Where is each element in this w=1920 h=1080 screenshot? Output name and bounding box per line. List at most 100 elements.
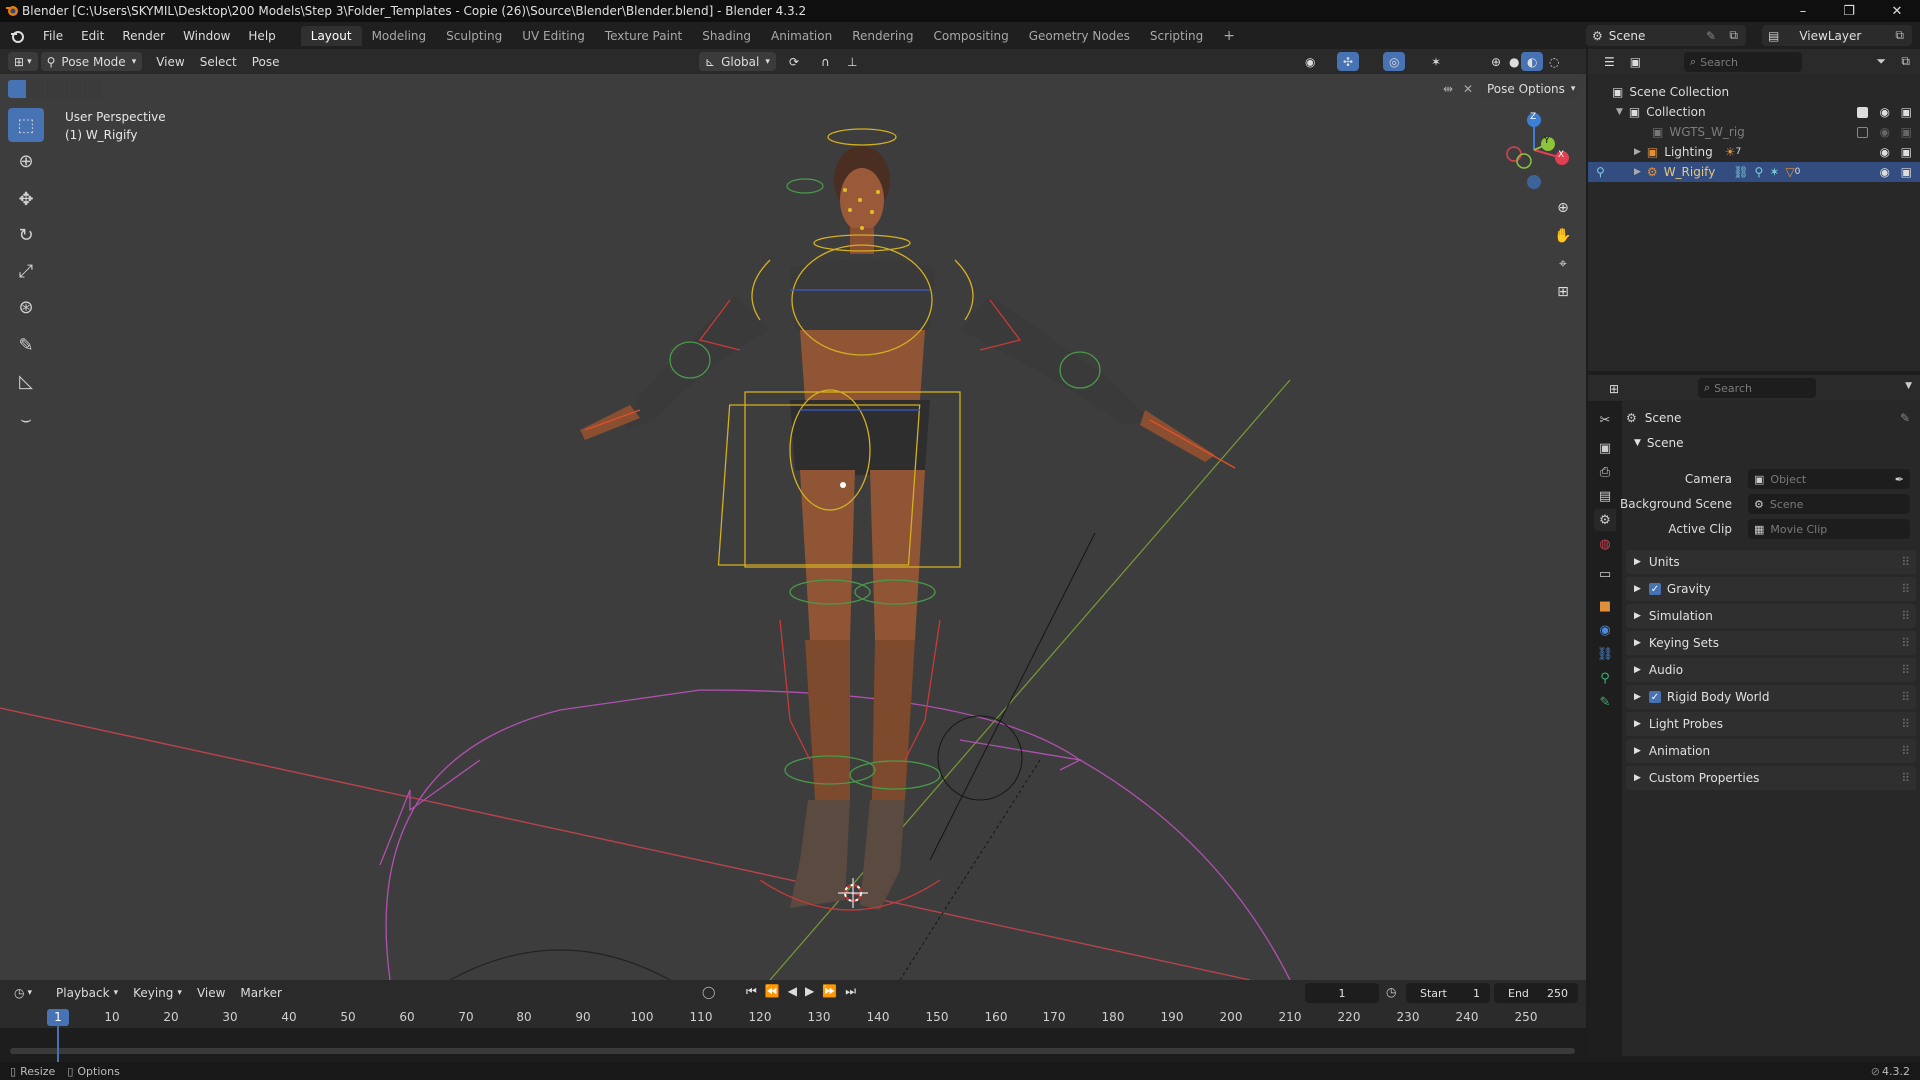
drag-handle-icon[interactable]: ⠿	[1901, 744, 1910, 758]
pin-icon[interactable]: ✎	[1706, 29, 1716, 43]
select-invert-icon[interactable]	[65, 80, 83, 98]
snap-target-button[interactable]: ⊥	[841, 52, 863, 71]
panel-animation[interactable]: ▶ Animation ⠿	[1626, 739, 1916, 763]
properties-search-field[interactable]: ⌕ Search	[1698, 378, 1816, 398]
drag-handle-icon[interactable]: ⠿	[1901, 771, 1910, 785]
gizmo-toggle-button[interactable]: ✣	[1337, 52, 1360, 71]
zoom-icon[interactable]: ⊕	[1550, 194, 1576, 222]
scale-tool[interactable]: ⤢	[8, 254, 44, 288]
tab-bone[interactable]: ✎	[1594, 691, 1616, 713]
timeline-menu-playback[interactable]: Playback ▾	[50, 984, 124, 1003]
tab-scripting[interactable]: Scripting	[1140, 26, 1213, 46]
visibility-button[interactable]: ◉	[1299, 52, 1321, 71]
camera-render-icon[interactable]: ▣	[1901, 165, 1912, 179]
drag-handle-icon[interactable]: ⠿	[1901, 555, 1910, 569]
cursor-tool[interactable]: ⊕	[8, 144, 44, 178]
menu-edit[interactable]: Edit	[72, 29, 113, 43]
new-collection-icon[interactable]: ⧉	[1901, 54, 1910, 69]
outliner-editor-type-button[interactable]: ☰	[1598, 52, 1621, 71]
select-intersect-icon[interactable]	[84, 80, 102, 98]
timeline-menu-keying[interactable]: Keying ▾	[127, 984, 188, 1003]
exclude-checkbox[interactable]	[1857, 126, 1868, 138]
scene-selector[interactable]: ⚙ Scene ✎ ⧉	[1586, 25, 1746, 46]
current-frame-field[interactable]: 1	[1305, 983, 1379, 1003]
panel-gravity[interactable]: ▶ ✓ Gravity ⠿	[1626, 577, 1916, 601]
tab-shading[interactable]: Shading	[692, 26, 761, 46]
tab-scene[interactable]: ⚙	[1594, 509, 1616, 531]
menu-help[interactable]: Help	[239, 29, 284, 43]
tab-world[interactable]: ◍	[1594, 533, 1616, 555]
outliner-row-w-rigify[interactable]: ⚲ ▶ ⚙ W_Rigify ⛓ ⚲ ✶ ▽ 0 ◉ ▣	[1588, 162, 1920, 182]
menu-window[interactable]: Window	[174, 29, 239, 43]
tab-rendering[interactable]: Rendering	[842, 26, 923, 46]
camera-field[interactable]: ▣ Object ✒	[1748, 469, 1910, 489]
camera-render-icon[interactable]: ▣	[1901, 125, 1912, 139]
gravity-checkbox[interactable]: ✓	[1648, 583, 1661, 595]
pivot-point-button[interactable]: ⟳	[783, 52, 805, 71]
navigation-gizmo[interactable]: Z X Y	[1490, 106, 1576, 192]
panel-scene-header[interactable]: ▼ Scene	[1626, 431, 1916, 455]
panel-keying-sets[interactable]: ▶ Keying Sets ⠿	[1626, 631, 1916, 655]
panel-custom-properties[interactable]: ▶ Custom Properties ⠿	[1626, 766, 1916, 790]
pose-tool[interactable]: ⌣	[8, 402, 44, 436]
panel-units[interactable]: ▶ Units ⠿	[1626, 550, 1916, 574]
rigid-body-world-checkbox[interactable]: ✓	[1648, 691, 1661, 703]
active-clip-field[interactable]: ▦ Movie Clip	[1748, 519, 1910, 539]
maximize-button[interactable]: ❐	[1826, 0, 1872, 22]
panel-simulation[interactable]: ▶ Simulation ⠿	[1626, 604, 1916, 628]
blender-menu-icon[interactable]	[0, 26, 34, 46]
tab-uv-editing[interactable]: UV Editing	[512, 26, 595, 46]
outliner-search-field[interactable]: ⌕ Search	[1684, 52, 1802, 72]
pose-options-button[interactable]: Pose Options ▾	[1481, 79, 1582, 98]
xray-button[interactable]: ✶	[1425, 52, 1447, 71]
rotate-tool[interactable]: ↻	[8, 218, 44, 252]
timeline-editor-type-button[interactable]: ◷ ▾	[8, 984, 38, 1003]
play-reverse-icon[interactable]: ◀	[788, 984, 797, 999]
jump-end-icon[interactable]: ⏭	[845, 984, 856, 999]
tab-modeling[interactable]: Modeling	[362, 26, 437, 46]
measure-tool[interactable]: ◺	[8, 364, 44, 398]
properties-editor-type-button[interactable]: ⊞	[1603, 379, 1625, 398]
drag-handle-icon[interactable]: ⠿	[1901, 636, 1910, 650]
tab-view-layer[interactable]: ▤	[1594, 485, 1616, 507]
select-extend-icon[interactable]	[27, 80, 45, 98]
eyedropper-icon[interactable]: ✒	[1895, 473, 1904, 486]
drag-handle-icon[interactable]: ⠿	[1901, 663, 1910, 677]
select-box-tool[interactable]: ⬚	[8, 108, 44, 142]
new-view-layer-icon[interactable]: ⧉	[1895, 28, 1904, 43]
tab-sculpting[interactable]: Sculpting	[436, 26, 512, 46]
menu-file[interactable]: File	[34, 29, 72, 43]
chevron-down-icon[interactable]: ▼	[1616, 107, 1623, 117]
tab-geometry-nodes[interactable]: Geometry Nodes	[1019, 26, 1140, 46]
eye-icon[interactable]: ◉	[1880, 145, 1890, 159]
outliner-row-wgts[interactable]: ▣ WGTS_W_rig ◉ ▣	[1588, 122, 1920, 142]
filter-icon[interactable]: ⏷	[1876, 54, 1886, 69]
tab-armature-data[interactable]: ⚲	[1594, 667, 1616, 689]
chevron-right-icon[interactable]: ▶	[1634, 147, 1641, 157]
background-scene-field[interactable]: ⚙ Scene	[1748, 494, 1910, 514]
tab-output[interactable]: ⎙	[1594, 461, 1616, 483]
chevron-right-icon[interactable]: ▶	[1634, 167, 1641, 177]
tab-compositing[interactable]: Compositing	[923, 26, 1018, 46]
outliner-row-collection[interactable]: ▼ ▣ Collection ◉ ▣	[1588, 102, 1920, 122]
tab-tool[interactable]: ✂	[1594, 409, 1616, 431]
editor-type-button[interactable]: ⊞ ▾	[8, 52, 38, 71]
orthographic-grid-icon[interactable]: ⊞	[1550, 278, 1576, 306]
viewport-menu-select[interactable]: Select	[194, 52, 243, 71]
camera-render-icon[interactable]: ▣	[1901, 105, 1912, 119]
new-scene-icon[interactable]: ⧉	[1729, 28, 1738, 43]
tab-render[interactable]: ▣	[1594, 437, 1616, 459]
tab-physics[interactable]: ◉	[1594, 619, 1616, 641]
pin-icon[interactable]: ✎	[1900, 411, 1910, 425]
display-mode-button[interactable]: ▣	[1624, 52, 1647, 71]
exclude-checkbox[interactable]	[1857, 106, 1868, 118]
end-frame-field[interactable]: End 250	[1494, 983, 1578, 1003]
annotate-tool[interactable]: ✎	[8, 328, 44, 362]
timeline-menu-marker[interactable]: Marker	[234, 984, 287, 1003]
minimize-button[interactable]: –	[1780, 0, 1826, 22]
shading-rendered-button[interactable]: ◌	[1543, 52, 1565, 71]
tab-object[interactable]: ■	[1594, 595, 1616, 617]
timeline-scrollbar[interactable]	[10, 1048, 1575, 1054]
eye-icon[interactable]: ◉	[1880, 125, 1890, 139]
viewport-menu-pose[interactable]: Pose	[246, 52, 286, 71]
